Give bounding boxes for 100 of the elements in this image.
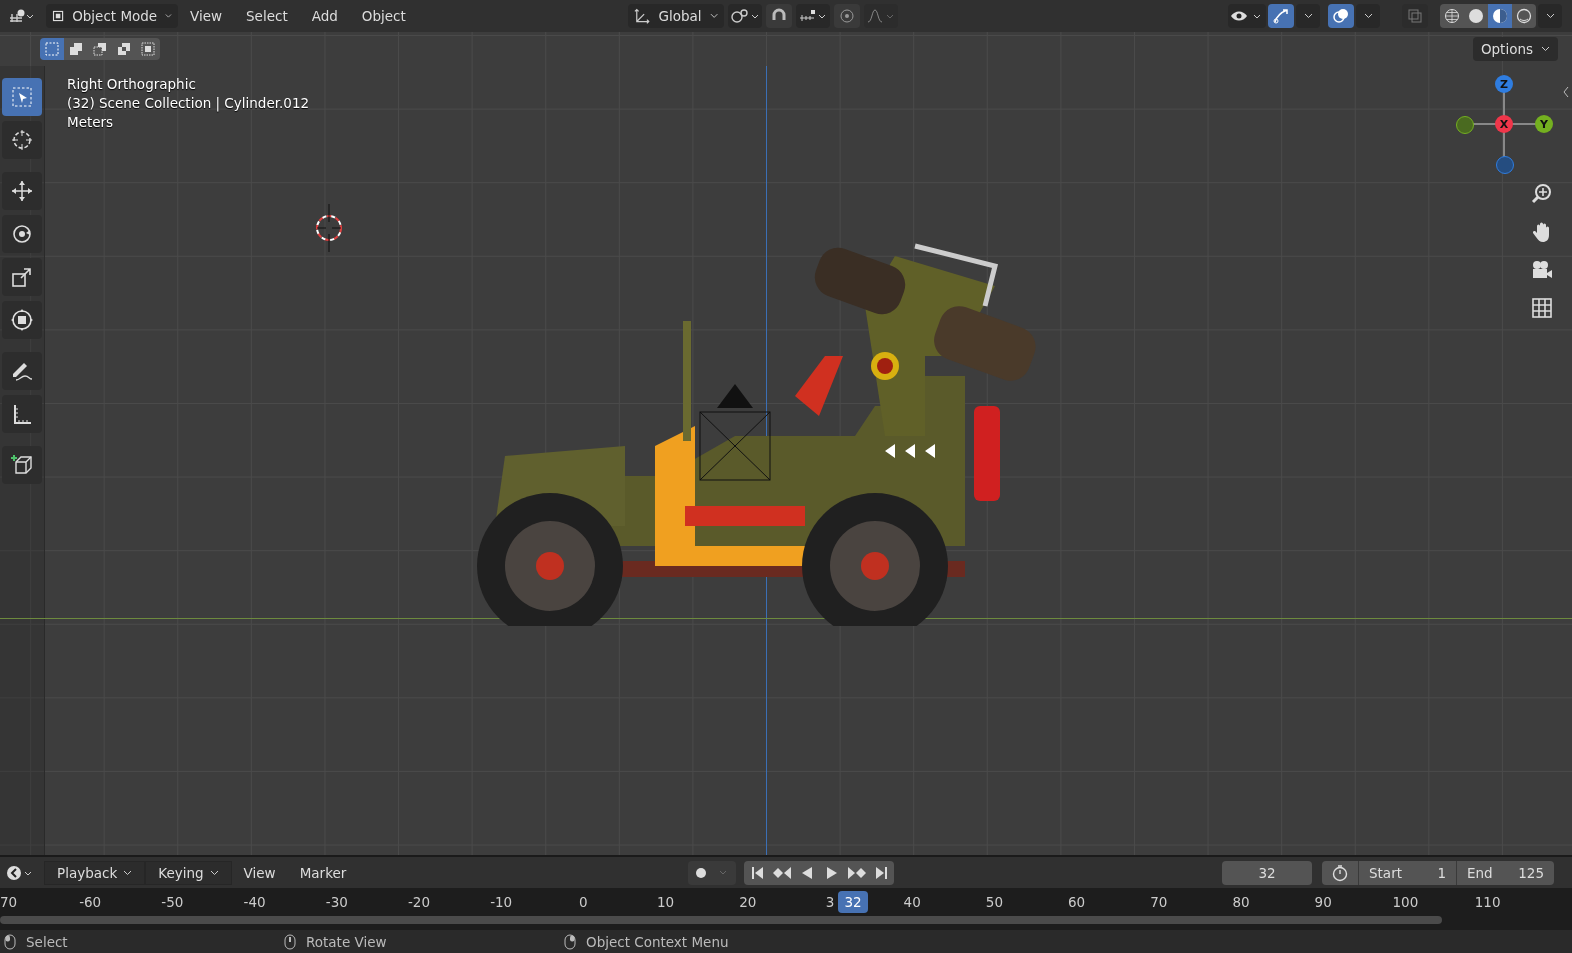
frame-tick-label: 70 <box>0 894 18 910</box>
frame-tick-label: -60 <box>79 894 102 910</box>
selection-mode-icon <box>44 41 60 57</box>
solid-shading-button[interactable] <box>1464 4 1488 28</box>
frame-tick-label: 50 <box>985 894 1003 910</box>
menu-item[interactable]: Select <box>234 4 300 28</box>
frame-tick-label: 80 <box>1232 894 1250 910</box>
middle-mouse-button-icon <box>284 933 296 950</box>
timeline-menu[interactable]: Playback <box>44 860 146 885</box>
timeline-menu[interactable]: View <box>231 860 288 885</box>
rotate-tool-button[interactable] <box>2 215 42 253</box>
viewport-info-text: Meters <box>67 114 115 130</box>
timeline-menu[interactable]: Marker <box>287 860 359 885</box>
scale-tool-button[interactable] <box>2 258 42 296</box>
falloff-dropdown[interactable] <box>863 4 898 28</box>
next-keyframe-icon <box>846 865 867 880</box>
menu-item[interactable]: Add <box>299 4 350 28</box>
current-frame-field[interactable]: 32 <box>1222 860 1312 885</box>
move-tool-button[interactable] <box>2 172 42 210</box>
snap-target-dropdown[interactable] <box>795 4 830 28</box>
jump-end-icon <box>873 865 890 880</box>
selection-mode-icon <box>116 41 132 57</box>
add-tool-button[interactable] <box>2 446 42 484</box>
stopwatch-icon <box>1331 863 1349 882</box>
frame-tick-label: -30 <box>325 894 348 910</box>
frame-tick-label: 70 <box>1150 894 1168 910</box>
frame-tick-label: 60 <box>1068 894 1086 910</box>
mode-dropdown[interactable]: Object Mode <box>46 4 178 28</box>
status-hint-text: Select <box>26 933 68 950</box>
negative-y-axis-handle[interactable] <box>1456 116 1474 134</box>
z-axis-handle[interactable]: Z <box>1495 75 1513 93</box>
transform-tool-icon <box>10 308 34 332</box>
camera-icon[interactable] <box>1531 259 1553 281</box>
negative-z-axis-handle[interactable] <box>1496 156 1514 174</box>
timeline-scrollbar[interactable] <box>0 916 1442 924</box>
frame-tick-label: 100 <box>1392 894 1419 910</box>
timeline-menu[interactable]: Keying <box>145 860 232 885</box>
start-frame-field[interactable]: Start 1 <box>1358 860 1456 885</box>
transform-tool-button[interactable] <box>2 301 42 339</box>
caret-icon <box>1363 13 1373 19</box>
grid-icon[interactable] <box>1531 297 1553 319</box>
caret-icon <box>709 13 718 19</box>
select-tool-icon <box>10 85 34 109</box>
end-frame-field[interactable]: End 125 <box>1456 860 1554 885</box>
material-shading-button[interactable] <box>1488 4 1512 28</box>
cursor-tool-button[interactable] <box>2 121 42 159</box>
rendered-sphere-icon <box>1516 8 1532 24</box>
falloff-curve-icon <box>865 8 896 24</box>
pivot-dropdown[interactable] <box>727 4 762 28</box>
rotate-tool-icon <box>10 222 34 246</box>
pivot-icon <box>729 8 760 24</box>
overlay-toggle[interactable] <box>1328 4 1354 28</box>
extend-selection-mode-button[interactable] <box>64 38 88 60</box>
snap-toggle[interactable] <box>765 4 792 28</box>
editor-type-icon <box>8 8 34 24</box>
status-hint-text: Object Context Menu <box>586 933 729 950</box>
orientation-dropdown[interactable]: Global <box>627 4 724 28</box>
solid-sphere-icon <box>1468 8 1484 24</box>
overlapping-circles-icon <box>1332 7 1350 25</box>
cursor-tool-icon <box>10 128 34 152</box>
selection-mode-icon <box>92 41 108 57</box>
x-axis-handle[interactable]: X <box>1495 115 1513 133</box>
left-mouse-button-icon <box>4 933 16 950</box>
y-axis-handle[interactable]: Y <box>1535 115 1553 133</box>
auto-keying-button[interactable] <box>688 860 737 885</box>
annotate-tool-button[interactable] <box>2 352 42 390</box>
zoom-icon[interactable] <box>1531 183 1553 205</box>
previous-keyframe-icon <box>771 865 792 880</box>
caret-icon <box>165 13 172 19</box>
gizmo-arrow-icon <box>1272 7 1290 25</box>
target-circle-icon <box>838 8 855 24</box>
right-mouse-button-icon <box>564 933 576 950</box>
sidebar-collapse-icon[interactable] <box>1562 86 1570 98</box>
frame-tick-label: 0 <box>579 894 588 910</box>
frame-tick-label: 110 <box>1474 894 1501 910</box>
menu-item[interactable]: View <box>178 4 235 28</box>
snap-increment-icon <box>797 8 828 24</box>
playhead[interactable]: 32 <box>838 891 868 913</box>
intersect-selection-mode-button[interactable] <box>136 38 160 60</box>
menu-item[interactable]: Object <box>349 4 418 28</box>
proportional-edit-toggle[interactable] <box>833 4 860 28</box>
measure-tool-button[interactable] <box>2 395 42 433</box>
wire-shading-button[interactable] <box>1440 4 1464 28</box>
caret-icon <box>1303 13 1313 19</box>
options-dropdown[interactable]: Options <box>1472 37 1558 61</box>
selection-mode-icon <box>68 41 84 57</box>
caret-icon <box>123 869 133 876</box>
gizmo-toggle[interactable] <box>1268 4 1294 28</box>
status-hint-text: Rotate View <box>306 933 387 950</box>
new-selection-mode-button[interactable] <box>40 38 64 60</box>
frame-tick-label: 40 <box>903 894 921 910</box>
3d-cursor-icon <box>313 204 345 252</box>
overlapping-squares-icon <box>1407 8 1423 24</box>
half-shaded-sphere-icon <box>1492 8 1508 24</box>
render-shading-button[interactable] <box>1512 4 1536 28</box>
scale-tool-icon <box>10 265 34 289</box>
frame-tick-label: 3 <box>825 894 835 910</box>
visibility-dropdown[interactable] <box>1228 4 1266 28</box>
axes-icon <box>633 7 651 25</box>
xray-toggle[interactable] <box>1402 4 1428 28</box>
